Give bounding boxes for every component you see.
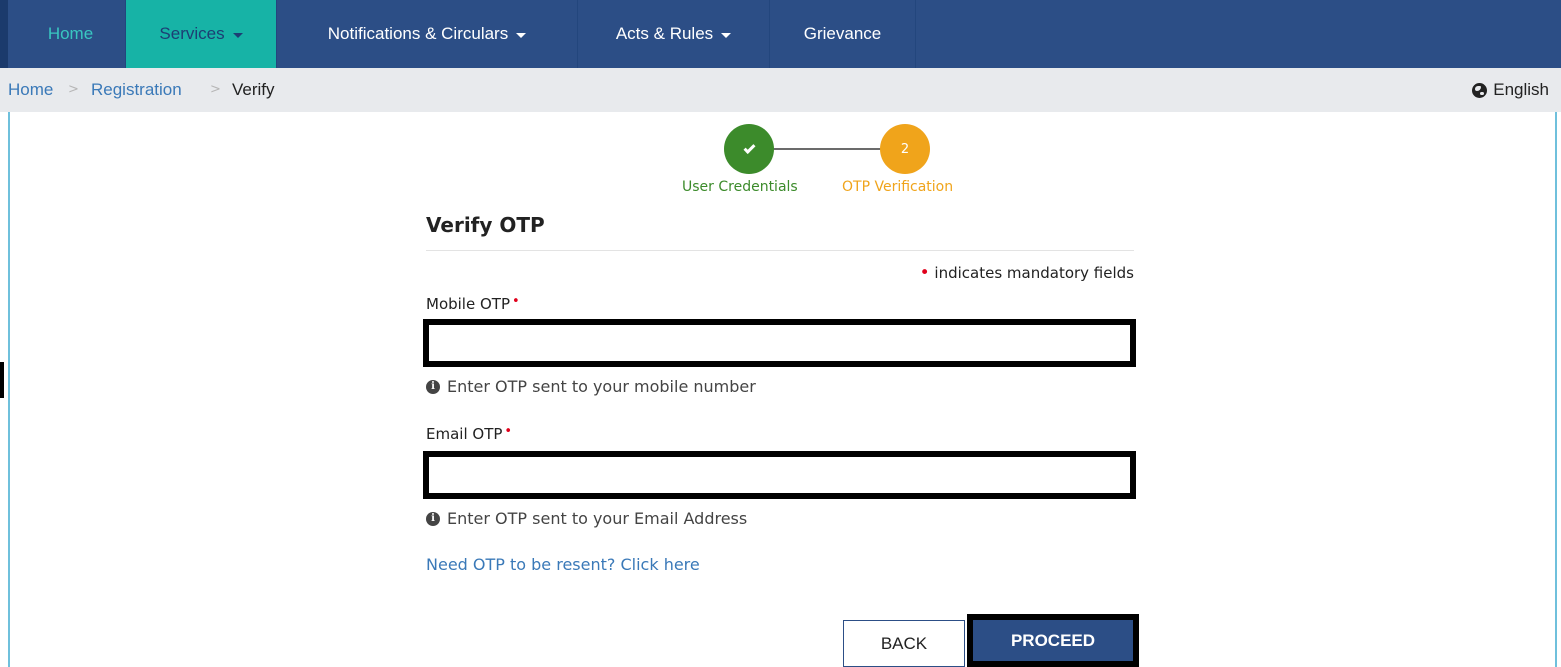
mandatory-note-text: indicates mandatory fields bbox=[934, 264, 1134, 282]
step-user-credentials-circle bbox=[724, 124, 774, 174]
back-button[interactable]: BACK bbox=[843, 620, 965, 667]
nav-item-home[interactable]: Home bbox=[16, 0, 126, 68]
nav-item-label: Services bbox=[159, 24, 225, 43]
breadcrumb-home[interactable]: Home bbox=[8, 80, 53, 100]
breadcrumb: Home > Registration > Verify English bbox=[0, 68, 1561, 112]
language-label: English bbox=[1493, 80, 1549, 99]
breadcrumb-verify: Verify bbox=[232, 80, 275, 99]
mobile-otp-input[interactable] bbox=[423, 319, 1136, 367]
email-otp-help: i Enter OTP sent to your Email Address bbox=[426, 509, 747, 528]
mobile-otp-help-text: Enter OTP sent to your mobile number bbox=[447, 377, 756, 396]
mobile-otp-label-text: Mobile OTP bbox=[426, 295, 510, 313]
nav-item-services[interactable]: Services bbox=[126, 0, 277, 68]
breadcrumb-registration[interactable]: Registration bbox=[91, 80, 182, 100]
step-otp-verification-circle: 2 bbox=[880, 124, 930, 174]
mandatory-fields-note: • indicates mandatory fields bbox=[884, 263, 1134, 283]
email-otp-input[interactable] bbox=[423, 451, 1136, 499]
nav-item-notifications-circulars[interactable]: Notifications & Circulars bbox=[277, 0, 578, 68]
language-selector[interactable]: English bbox=[1472, 80, 1549, 100]
top-nav-bar: Home Services Notifications & Circulars … bbox=[0, 0, 1561, 68]
mobile-otp-label: Mobile OTP • bbox=[426, 294, 520, 313]
nav-item-label: Notifications & Circulars bbox=[327, 24, 509, 43]
step-label-otp-verification: OTP Verification bbox=[842, 179, 954, 195]
check-icon bbox=[742, 141, 756, 154]
page-title: Verify OTP bbox=[426, 213, 545, 237]
left-edge-marker bbox=[0, 362, 4, 398]
email-otp-help-text: Enter OTP sent to your Email Address bbox=[447, 509, 748, 528]
email-otp-label: Email OTP • bbox=[426, 424, 513, 443]
nav-item-label: Grievance bbox=[803, 24, 882, 43]
required-marker-icon: • bbox=[919, 263, 930, 283]
mobile-otp-help: i Enter OTP sent to your mobile number bbox=[426, 377, 756, 396]
proceed-button[interactable]: PROCEED bbox=[967, 614, 1139, 667]
breadcrumb-separator: > bbox=[210, 82, 221, 97]
step-label-user-credentials: User Credentials bbox=[682, 179, 798, 195]
globe-icon bbox=[1472, 82, 1488, 98]
nav-item-grievance[interactable]: Grievance bbox=[770, 0, 916, 68]
resend-otp-link[interactable]: Need OTP to be resent? Click here bbox=[426, 555, 700, 574]
nav-item-acts-rules[interactable]: Acts & Rules bbox=[578, 0, 770, 68]
caret-down-icon bbox=[232, 32, 243, 38]
nav-item-label: Acts & Rules bbox=[615, 24, 714, 43]
main-content-panel bbox=[8, 112, 1557, 667]
caret-down-icon bbox=[516, 32, 527, 38]
info-icon: i bbox=[426, 511, 440, 526]
required-marker-icon: • bbox=[512, 294, 520, 309]
email-otp-label-text: Email OTP bbox=[426, 425, 503, 443]
breadcrumb-separator: > bbox=[68, 82, 79, 97]
title-divider bbox=[426, 250, 1134, 251]
required-marker-icon: • bbox=[504, 424, 513, 439]
step-number: 2 bbox=[900, 141, 910, 157]
nav-item-label: Home bbox=[47, 24, 94, 43]
caret-down-icon bbox=[721, 32, 732, 38]
info-icon: i bbox=[426, 379, 440, 394]
